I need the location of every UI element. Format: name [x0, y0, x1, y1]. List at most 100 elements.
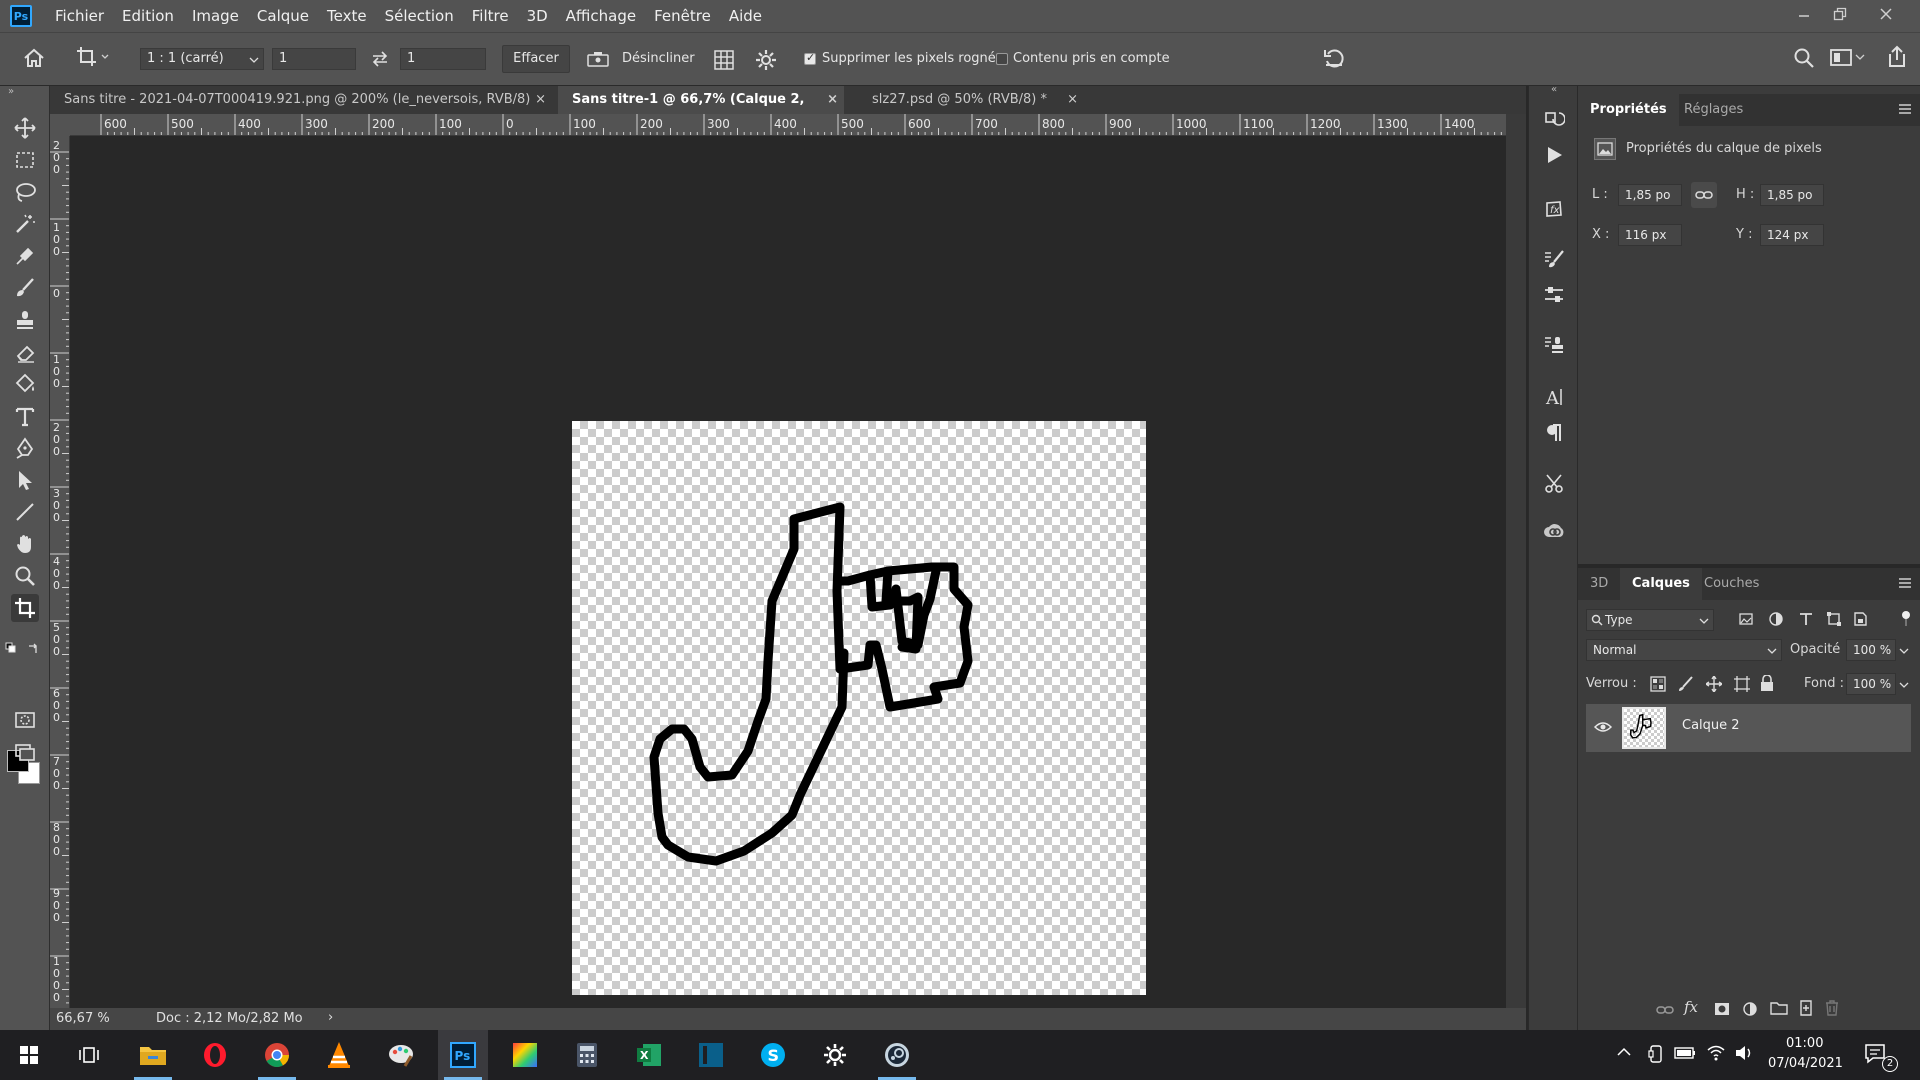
screen-mode-button[interactable]	[11, 738, 39, 766]
x-field[interactable]: 116 px	[1618, 224, 1682, 246]
menu-texte[interactable]: Texte	[318, 0, 376, 32]
marquee-tool[interactable]	[11, 146, 39, 174]
creative-cloud-icon[interactable]	[1541, 518, 1567, 544]
document-canvas[interactable]	[572, 421, 1146, 995]
height-field[interactable]: 1	[400, 48, 486, 70]
taskbar-skype[interactable]: S	[748, 1030, 798, 1080]
type-tool[interactable]	[11, 402, 39, 430]
collapse-icon[interactable]: »	[8, 86, 14, 97]
eye-icon[interactable]	[1594, 720, 1612, 734]
path-selection-tool[interactable]	[11, 466, 39, 494]
crop-tool[interactable]	[11, 594, 39, 622]
filter-adjustment-icon[interactable]	[1768, 611, 1784, 627]
canvas-workspace[interactable]	[70, 136, 1506, 1008]
zoom-level[interactable]: 66,67 %	[56, 1011, 110, 1026]
taskbar-excel[interactable]: X	[624, 1030, 674, 1080]
taskbar-paint[interactable]	[376, 1030, 426, 1080]
menu-selection[interactable]: Sélection	[376, 0, 463, 32]
new-group-icon[interactable]	[1770, 1001, 1788, 1015]
eyedropper-tool[interactable]	[11, 242, 39, 270]
taskbar-vlc[interactable]	[314, 1030, 364, 1080]
new-adjustment-icon[interactable]	[1742, 1001, 1758, 1017]
opacity-field[interactable]: 100 %	[1846, 639, 1896, 661]
pen-tool[interactable]	[11, 434, 39, 462]
grid-overlay-button[interactable]	[712, 48, 736, 72]
tab-proprietes[interactable]: Propriétés	[1578, 94, 1679, 126]
wifi-icon[interactable]	[1706, 1044, 1726, 1062]
clock-date[interactable]: 07/04/2021	[1768, 1056, 1843, 1071]
lasso-tool[interactable]	[11, 178, 39, 206]
width-field[interactable]: 1,85 po	[1618, 184, 1682, 206]
taskbar-blue-app[interactable]	[686, 1030, 736, 1080]
move-tool[interactable]	[11, 114, 39, 142]
swap-colors-icon[interactable]	[27, 642, 39, 654]
swap-button[interactable]	[370, 49, 390, 69]
lock-all-icon[interactable]	[1760, 675, 1774, 691]
tab-reglages[interactable]: Réglages	[1672, 94, 1755, 126]
stamp-tool[interactable]	[11, 306, 39, 334]
home-button[interactable]	[22, 47, 46, 69]
link-button[interactable]	[1691, 182, 1717, 208]
lock-artboard-icon[interactable]	[1734, 676, 1750, 692]
restore-button[interactable]	[1822, 0, 1858, 28]
tools-options-icon[interactable]	[1541, 470, 1567, 496]
height-field[interactable]: 1,85 po	[1760, 184, 1824, 206]
zoom-tool[interactable]	[11, 562, 39, 590]
line-tool[interactable]	[11, 498, 39, 526]
play-icon[interactable]	[1541, 142, 1567, 168]
clone-source-icon[interactable]	[1541, 332, 1567, 358]
battery-icon[interactable]	[1674, 1046, 1696, 1060]
paint-bucket-tool[interactable]	[11, 370, 39, 398]
close-icon[interactable]: ×	[535, 86, 546, 114]
tab-couches[interactable]: Couches	[1692, 568, 1771, 600]
panel-menu-button[interactable]	[1898, 102, 1912, 116]
tab-doc-1[interactable]: Sans titre - 2021-04-07T000419.921.png @…	[50, 86, 552, 114]
collapse-icon[interactable]: «	[1529, 85, 1579, 95]
close-icon[interactable]: ×	[1067, 86, 1078, 114]
menu-fenetre[interactable]: Fenêtre	[645, 0, 720, 32]
content-aware-checkbox[interactable]	[996, 53, 1008, 65]
menu-fichier[interactable]: Fichier	[46, 0, 113, 32]
filter-smart-object-icon[interactable]	[1852, 611, 1868, 627]
task-view-button[interactable]	[64, 1030, 114, 1080]
straighten-icon[interactable]	[586, 49, 610, 69]
menu-image[interactable]: Image	[183, 0, 248, 32]
layer-name[interactable]: Calque 2	[1682, 718, 1740, 733]
straighten-label[interactable]: Désincliner	[622, 48, 695, 70]
layer-style-icon[interactable]: fx	[1684, 998, 1698, 1016]
taskbar-settings[interactable]	[810, 1030, 860, 1080]
default-colors-icon[interactable]	[5, 642, 17, 654]
share-button[interactable]	[1886, 45, 1908, 69]
minimize-button[interactable]	[1786, 0, 1822, 28]
blend-mode-select[interactable]: Normal	[1586, 639, 1782, 661]
menu-aide[interactable]: Aide	[720, 0, 771, 32]
taskbar-calculator[interactable]	[562, 1030, 612, 1080]
magic-wand-tool[interactable]	[11, 210, 39, 238]
lock-pixels-icon[interactable]	[1678, 676, 1694, 692]
link-layers-icon[interactable]	[1656, 1004, 1674, 1016]
search-button[interactable]	[1793, 47, 1815, 69]
width-field[interactable]: 1	[272, 48, 356, 70]
eraser-tool[interactable]	[11, 338, 39, 366]
layer-filter-select[interactable]: Type	[1586, 609, 1714, 631]
history-icon[interactable]	[1541, 106, 1567, 132]
fill-field[interactable]: 100 %	[1846, 673, 1896, 695]
taskbar-photoshop[interactable]: Ps	[438, 1030, 488, 1080]
taskbar-color-app[interactable]	[500, 1030, 550, 1080]
brush-tool[interactable]	[11, 274, 39, 302]
panel-menu-button[interactable]	[1898, 576, 1912, 590]
workspace-button[interactable]	[1830, 48, 1866, 68]
menu-edition[interactable]: Edition	[113, 0, 183, 32]
filter-pixel-icon[interactable]	[1738, 611, 1754, 627]
crop-settings-button[interactable]	[754, 48, 778, 72]
close-icon[interactable]: ×	[827, 86, 838, 114]
lock-transparent-icon[interactable]	[1650, 676, 1666, 692]
filter-type-icon[interactable]	[1798, 611, 1814, 627]
tab-doc-2[interactable]: Sans titre-1 @ 66,7% (Calque 2, RVB/8) *…	[558, 86, 844, 135]
taskbar-file-explorer[interactable]	[128, 1030, 178, 1080]
layer-row[interactable]: Calque 2	[1586, 704, 1911, 752]
lock-position-icon[interactable]	[1706, 676, 1722, 692]
vertical-scrollbar[interactable]	[1506, 114, 1526, 1030]
menu-affichage[interactable]: Affichage	[557, 0, 645, 32]
new-layer-icon[interactable]	[1798, 1000, 1814, 1016]
